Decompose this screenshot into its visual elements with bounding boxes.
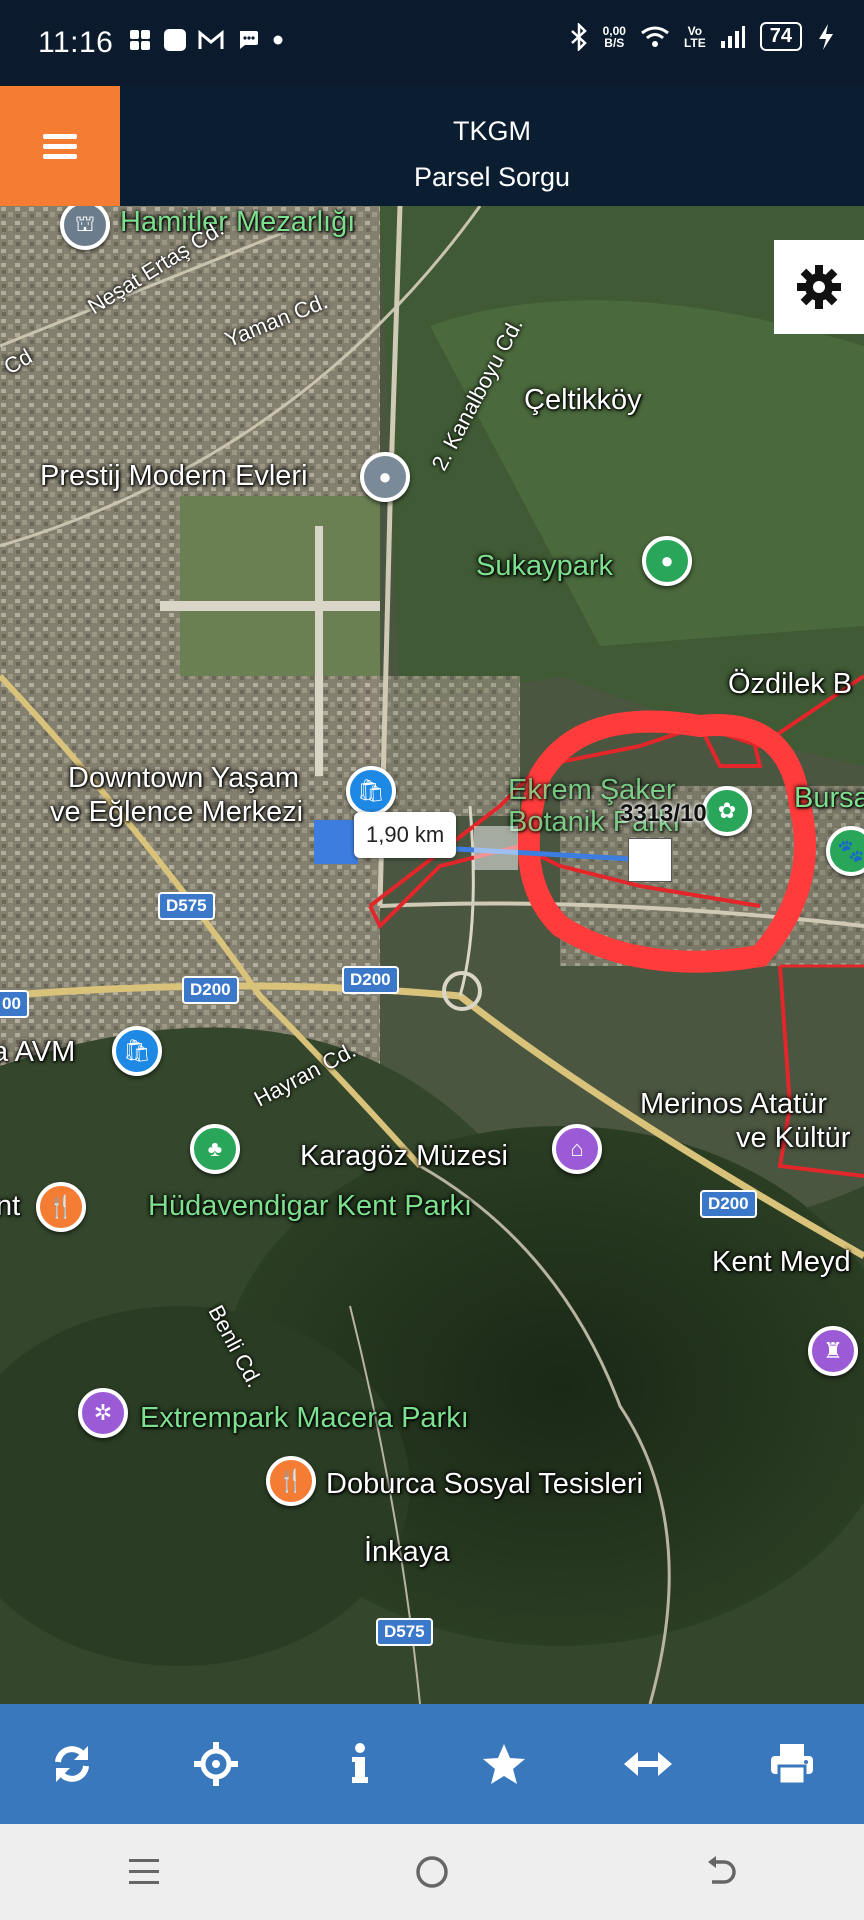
kent-park-pin-icon[interactable]: ♣	[190, 1124, 240, 1174]
map-label-downtown-2[interactable]: ve Eğlence Merkezi	[50, 796, 303, 829]
map-label-sukaypark[interactable]: Sukaypark	[476, 550, 613, 583]
hamburger-icon	[43, 129, 77, 164]
battery-level: 74	[759, 22, 802, 51]
map-label-hudavendigar[interactable]: Hüdavendigar Kent Parkı	[148, 1190, 472, 1223]
highway-shield-d200: D200	[700, 1190, 757, 1218]
wifi-icon	[641, 26, 669, 47]
grid-app-icon	[130, 30, 150, 50]
landmark-pin-icon[interactable]: ♜	[808, 1326, 858, 1376]
print-button[interactable]	[720, 1704, 864, 1824]
bluetooth-icon	[570, 22, 587, 51]
mall-pin-icon[interactable]: 🛍	[112, 1026, 162, 1076]
map-label-inkaya[interactable]: İnkaya	[364, 1536, 449, 1569]
map-label-hamitler[interactable]: Hamitler Mezarlığı	[120, 206, 355, 239]
map-label-karagoz[interactable]: Karagöz Müzesi	[300, 1140, 508, 1173]
park-pin-icon[interactable]: ●	[642, 536, 692, 586]
net-speed-unit: B/S	[604, 35, 625, 50]
info-button[interactable]	[288, 1704, 432, 1824]
chat-icon	[240, 31, 258, 49]
map-view[interactable]: ⛫ Hamitler Mezarlığı Çeltikköy Prestij M…	[0, 206, 864, 1704]
map-label-extrempark[interactable]: Extrempark Macera Parkı	[140, 1402, 469, 1435]
map-label-ozdilek[interactable]: Özdilek B	[728, 668, 852, 701]
net-speed-value: 0,00	[602, 23, 626, 38]
favorites-button[interactable]	[432, 1704, 576, 1824]
map-label-merinos-1[interactable]: Merinos Atatür	[640, 1088, 827, 1121]
map-label-merinos-2[interactable]: ve Kültür	[736, 1122, 850, 1155]
net-speed: 0,00 B/S	[603, 25, 626, 49]
map-label-downtown-1[interactable]: Downtown Yaşam	[68, 762, 299, 795]
map-label-doburca[interactable]: Doburca Sosyal Tesisleri	[326, 1468, 643, 1501]
refresh-button[interactable]	[0, 1704, 144, 1824]
measure-mid-handle[interactable]	[474, 826, 518, 870]
signal-icon	[720, 25, 745, 48]
amusement-pin-icon[interactable]: ✲	[78, 1388, 128, 1438]
refresh-icon	[55, 1746, 89, 1782]
map-label-kent-meydani[interactable]: Kent Meyd	[712, 1246, 851, 1279]
map-label-nt[interactable]: nt	[0, 1190, 20, 1223]
highway-shield-d200: D200	[182, 976, 239, 1004]
volte-bottom: LTE	[683, 35, 706, 50]
restaurant-pin-icon[interactable]: 🍴	[36, 1182, 86, 1232]
dot-icon	[273, 35, 283, 45]
locate-button[interactable]	[144, 1704, 288, 1824]
measure-end-handle[interactable]	[628, 838, 672, 882]
residential-pin-icon[interactable]: ●	[360, 452, 410, 502]
home-circle-icon	[416, 1856, 448, 1888]
info-icon	[352, 1743, 368, 1783]
app-header: TKGM Parsel Sorgu	[0, 86, 864, 206]
bottom-toolbar	[0, 1704, 864, 1824]
map-label-bursa[interactable]: Bursa	[794, 782, 864, 815]
measure-button[interactable]	[576, 1704, 720, 1824]
locate-icon	[194, 1742, 238, 1786]
measure-start-handle[interactable]	[314, 820, 358, 864]
measure-distance-tooltip: 1,90 km	[354, 812, 457, 858]
volte-indicator: Vo LTE	[684, 25, 706, 49]
map-label-avm[interactable]: a AVM	[0, 1036, 75, 1069]
star-icon	[483, 1744, 525, 1784]
app-title: TKGM	[453, 116, 531, 146]
parcel-number-label: 3313/10	[620, 800, 707, 827]
status-bar: 11:16 0,00 B/S Vo LTE 74	[0, 0, 864, 86]
restaurant-pin-icon[interactable]: 🍴	[266, 1456, 316, 1506]
app-subtitle: Parsel Sorgu	[413, 162, 571, 192]
back-button[interactable]	[680, 1842, 760, 1902]
volte-top: Vo	[687, 23, 703, 38]
map-label-prestij[interactable]: Prestij Modern Evleri	[40, 460, 308, 493]
gmail-icon	[198, 29, 224, 49]
museum-pin-icon[interactable]: ⌂	[552, 1124, 602, 1174]
highway-shield-d575: D575	[376, 1618, 433, 1646]
status-time: 11:16	[38, 26, 114, 59]
menu-lines-icon	[129, 1859, 159, 1884]
highway-shield-d575: D575	[158, 892, 215, 920]
map-settings-button[interactable]	[774, 240, 864, 334]
home-button[interactable]	[392, 1842, 472, 1902]
menu-button[interactable]	[0, 86, 120, 206]
back-arrow-icon	[708, 1856, 736, 1884]
recent-apps-button[interactable]	[104, 1842, 184, 1902]
notification-icons	[128, 28, 284, 52]
app-notification-icon	[164, 29, 186, 51]
shopping-pin-icon[interactable]: 🛍	[346, 766, 396, 816]
botanic-park-pin-icon[interactable]: ✿	[702, 786, 752, 836]
highway-shield-d200: 00	[0, 990, 29, 1018]
highway-shield-d200: D200	[342, 966, 399, 994]
system-navigation-bar	[0, 1824, 864, 1920]
map-label-celtikkoy[interactable]: Çeltikköy	[524, 384, 642, 417]
gear-icon	[797, 265, 841, 309]
print-icon	[771, 1744, 813, 1786]
charging-icon	[819, 23, 833, 50]
measure-icon	[624, 1752, 672, 1776]
